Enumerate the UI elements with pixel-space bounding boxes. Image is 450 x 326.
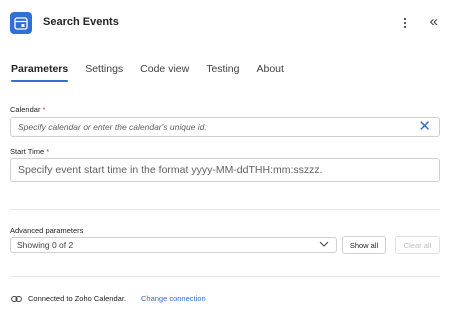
start-time-placeholder: Specify event start time in the format y… (18, 164, 323, 176)
link-icon (11, 295, 22, 302)
advanced-parameters-dropdown[interactable]: Showing 0 of 2 (10, 237, 337, 253)
tab-parameters[interactable]: Parameters (11, 63, 69, 82)
change-connection-link[interactable]: Change connection (141, 294, 206, 303)
close-icon[interactable]: ✕ (418, 119, 431, 135)
calendar-input[interactable]: Specify calendar or enter the calendar's… (10, 117, 440, 137)
divider (10, 209, 440, 210)
tab-testing[interactable]: Testing (206, 63, 239, 75)
tab-about[interactable]: About (256, 63, 283, 75)
collapse-panel-button[interactable]: « (430, 12, 438, 32)
more-vertical-icon[interactable] (398, 14, 412, 32)
connection-status: Connected to Zoho Calendar. (28, 294, 126, 303)
zoho-calendar-icon (10, 12, 32, 34)
tab-list: Parameters Settings Code view Testing Ab… (11, 63, 284, 82)
advanced-selected-value: Showing 0 of 2 (17, 240, 74, 250)
connection-footer: Connected to Zoho Calendar. Change conne… (11, 294, 206, 303)
tab-settings[interactable]: Settings (85, 63, 123, 75)
panel-header: Search Events « (10, 12, 440, 36)
start-time-label: Start Time * (10, 147, 50, 156)
divider (10, 276, 440, 277)
required-mark: * (42, 105, 46, 114)
tab-code-view[interactable]: Code view (140, 63, 189, 75)
calendar-label: Calendar * (10, 105, 46, 114)
required-mark: * (46, 147, 50, 156)
calendar-placeholder: Specify calendar or enter the calendar's… (18, 122, 207, 132)
clear-all-button[interactable]: Clear all (395, 236, 440, 254)
show-all-button[interactable]: Show all (342, 236, 386, 254)
panel-title: Search Events (43, 16, 119, 28)
chevron-down-icon (319, 241, 329, 247)
start-time-input[interactable]: Specify event start time in the format y… (10, 158, 440, 182)
advanced-parameters-label: Advanced parameters (10, 226, 84, 235)
